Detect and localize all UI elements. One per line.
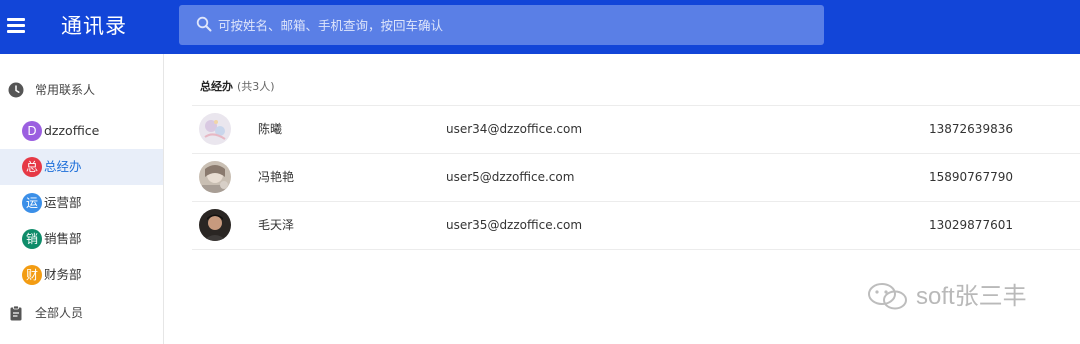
search-icon	[196, 16, 212, 32]
org-badge: D	[22, 121, 42, 141]
dept-badge: 销	[22, 229, 42, 249]
app-title: 通讯录	[61, 14, 127, 38]
dept-badge: 总	[22, 157, 42, 177]
dept-badge: 财	[22, 265, 42, 285]
group-count: (共3人)	[237, 80, 275, 93]
wechat-icon	[868, 283, 907, 310]
avatar	[199, 113, 231, 145]
sidebar-section-label: 常用联系人	[35, 83, 96, 97]
contact-email: user35@dzzoffice.com	[446, 218, 583, 232]
contact-name: 陈曦	[258, 122, 283, 136]
contact-name: 冯艳艳	[258, 170, 295, 184]
contact-phone: 13872639836	[929, 122, 1013, 136]
sidebar-item-dzzoffice[interactable]: D dzzoffice	[0, 113, 163, 149]
sidebar-section-label: 全部人员	[35, 306, 84, 320]
clipboard-icon	[10, 305, 22, 321]
contact-row[interactable]: 陈曦 user34@dzzoffice.com 13872639836	[192, 106, 1080, 154]
hamburger-menu-icon[interactable]	[7, 17, 25, 33]
sidebar: 常用联系人 D dzzoffice 总 总经办 运 运营部 销 销售部 财 财务…	[0, 54, 164, 344]
sidebar-item-sales[interactable]: 销 销售部	[0, 221, 163, 257]
group-name: 总经办	[200, 80, 233, 93]
sidebar-item-label: 总经办	[44, 159, 82, 174]
dept-badge: 运	[22, 193, 42, 213]
watermark-text: soft张三丰	[916, 283, 1027, 310]
sidebar-section-all-members[interactable]: 全部人员	[0, 295, 163, 331]
clock-icon	[8, 82, 24, 98]
avatar	[199, 209, 231, 241]
contact-name: 毛天泽	[258, 218, 295, 232]
contact-row[interactable]: 毛天泽 user35@dzzoffice.com 13029877601	[192, 202, 1080, 250]
sidebar-item-general-office[interactable]: 总 总经办	[0, 149, 163, 185]
search-input[interactable]	[218, 5, 808, 45]
contact-row[interactable]: 冯艳艳 user5@dzzoffice.com 15890767790	[192, 154, 1080, 202]
sidebar-item-label: 财务部	[44, 267, 82, 282]
sidebar-item-finance[interactable]: 财 财务部	[0, 257, 163, 293]
contact-phone: 13029877601	[929, 218, 1013, 232]
group-title: 总经办 (共3人)	[200, 78, 275, 94]
contact-email: user5@dzzoffice.com	[446, 170, 575, 184]
contact-phone: 15890767790	[929, 170, 1013, 184]
sidebar-item-label: 运营部	[44, 195, 82, 210]
sidebar-item-label: dzzoffice	[44, 123, 100, 138]
search-box[interactable]	[179, 5, 824, 45]
contact-email: user34@dzzoffice.com	[446, 122, 583, 136]
top-bar: 通讯录	[0, 0, 1080, 54]
sidebar-section-frequent-contacts[interactable]: 常用联系人	[0, 72, 163, 108]
sidebar-item-operations[interactable]: 运 运营部	[0, 185, 163, 221]
avatar	[199, 161, 231, 193]
sidebar-item-label: 销售部	[44, 231, 82, 246]
